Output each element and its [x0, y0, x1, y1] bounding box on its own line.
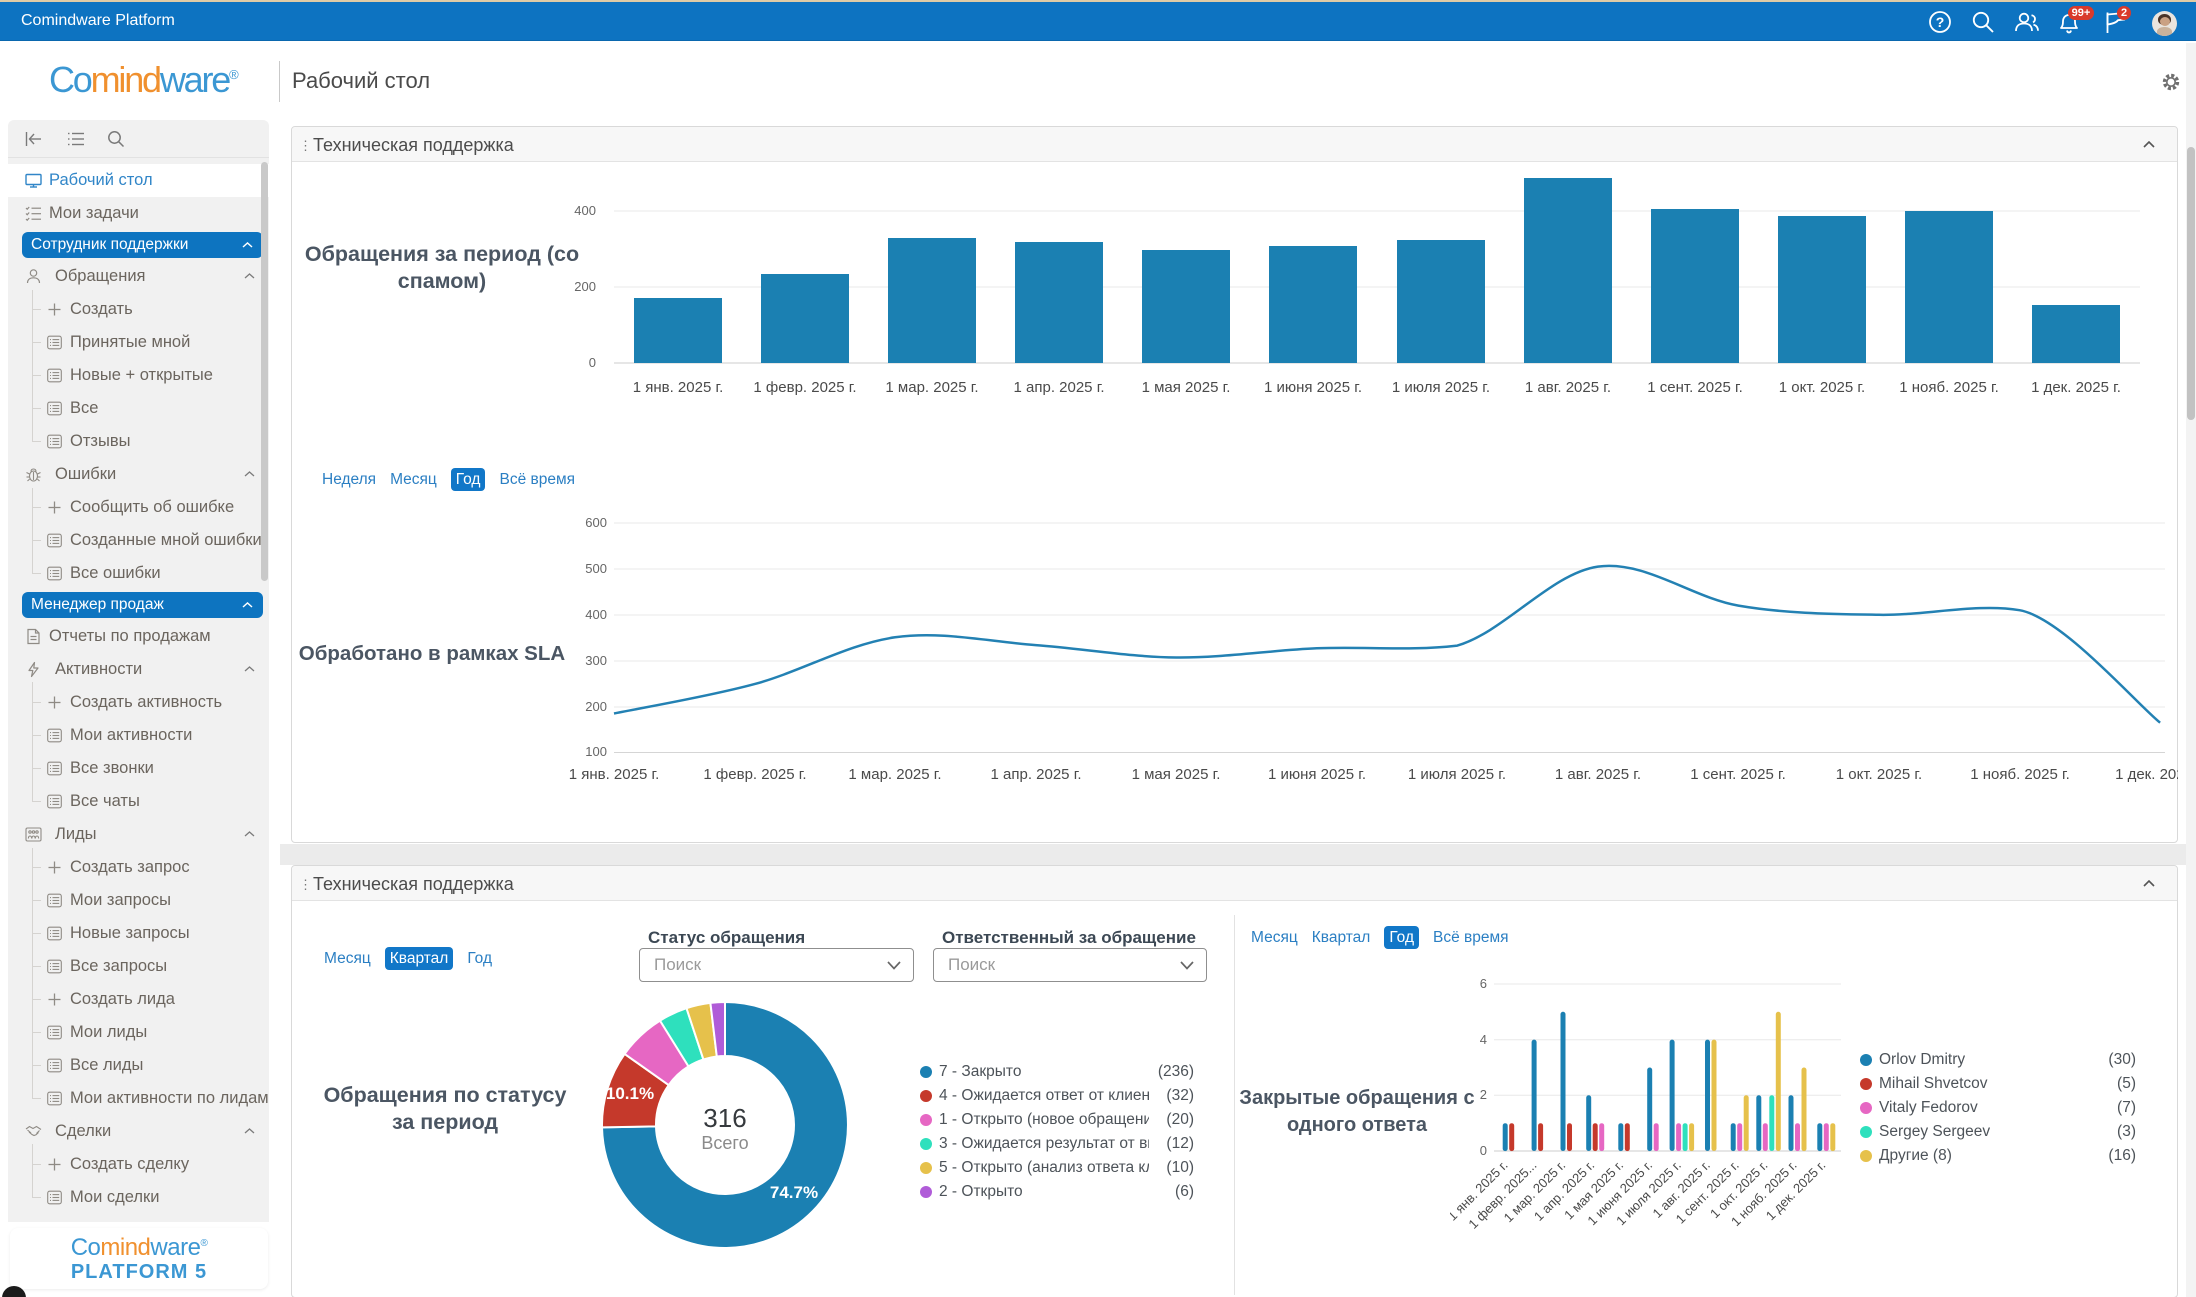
svg-text:1 апр. 2025 г.: 1 апр. 2025 г. [1014, 379, 1105, 396]
svg-text:1 авг. 2025 г.: 1 авг. 2025 г. [1525, 379, 1611, 396]
svg-text:400: 400 [585, 607, 607, 622]
svg-text:1 июля 2025 г.: 1 июля 2025 г. [1392, 379, 1490, 396]
svg-text:Всего: Всего [701, 1133, 748, 1153]
svg-text:1 мая 2025 г.: 1 мая 2025 г. [1142, 379, 1231, 396]
svg-text:1 февр. 2025 г.: 1 февр. 2025 г. [703, 766, 806, 783]
svg-text:1 авг. 2025 г.: 1 авг. 2025 г. [1555, 766, 1641, 783]
svg-text:300: 300 [585, 653, 607, 668]
svg-text:6: 6 [1480, 976, 1487, 991]
svg-text:316: 316 [703, 1103, 746, 1133]
svg-text:1 мар. 2025 г.: 1 мар. 2025 г. [885, 379, 978, 396]
svg-text:500: 500 [585, 561, 607, 576]
svg-text:1 нояб. 2025 г.: 1 нояб. 2025 г. [1899, 379, 1999, 396]
svg-text:1 дек. 2025 г.: 1 дек. 2025 г. [2115, 766, 2178, 783]
svg-text:1 июня 2025 г.: 1 июня 2025 г. [1264, 379, 1362, 396]
svg-text:1 мар. 2025 г.: 1 мар. 2025 г. [848, 766, 941, 783]
svg-text:100: 100 [585, 744, 607, 759]
svg-text:1 янв. 2025 г.: 1 янв. 2025 г. [633, 379, 724, 396]
svg-text:1 сент. 2025 г.: 1 сент. 2025 г. [1647, 379, 1743, 396]
svg-text:1 июля 2025 г.: 1 июля 2025 г. [1408, 766, 1506, 783]
svg-text:1 окт. 2025 г.: 1 окт. 2025 г. [1836, 766, 1922, 783]
svg-text:1 июня 2025 г.: 1 июня 2025 г. [1268, 766, 1366, 783]
svg-text:?: ? [1936, 14, 1945, 30]
svg-text:4: 4 [1480, 1032, 1487, 1047]
svg-text:1 нояб. 2025 г.: 1 нояб. 2025 г. [1970, 766, 2070, 783]
svg-text:1 окт. 2025 г.: 1 окт. 2025 г. [1779, 379, 1865, 396]
svg-text:1 янв. 2025 г.: 1 янв. 2025 г. [569, 766, 660, 783]
svg-text:1 мая 2025 г.: 1 мая 2025 г. [1132, 766, 1221, 783]
svg-text:0: 0 [1480, 1143, 1487, 1158]
svg-text:1 апр. 2025 г.: 1 апр. 2025 г. [991, 766, 1082, 783]
svg-text:1 февр. 2025 г.: 1 февр. 2025 г. [753, 379, 856, 396]
svg-text:10.1%: 10.1% [606, 1084, 654, 1103]
svg-text:0: 0 [589, 355, 596, 370]
svg-text:1 дек. 2025 г.: 1 дек. 2025 г. [2031, 379, 2121, 396]
svg-text:200: 200 [585, 699, 607, 714]
svg-text:200: 200 [574, 279, 596, 294]
svg-text:600: 600 [585, 515, 607, 530]
svg-text:1 сент. 2025 г.: 1 сент. 2025 г. [1690, 766, 1786, 783]
svg-text:74.7%: 74.7% [770, 1183, 818, 1202]
svg-text:2: 2 [1480, 1087, 1487, 1102]
svg-text:400: 400 [574, 203, 596, 218]
